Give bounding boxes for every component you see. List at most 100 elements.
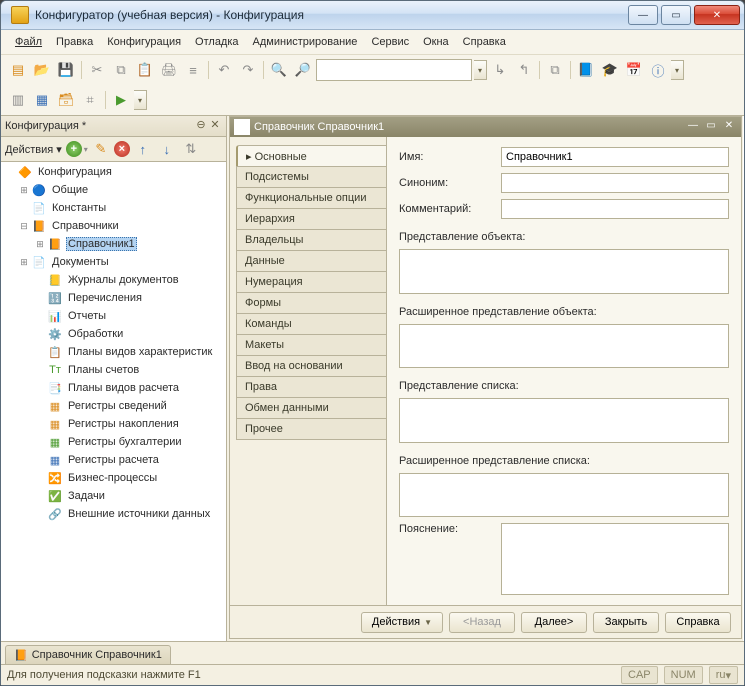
menu-service[interactable]: Сервис (365, 34, 415, 50)
config-panel-header[interactable]: Конфигурация * ⊖ ✕ (1, 116, 226, 137)
help-button[interactable]: Справка (665, 612, 731, 633)
tab-5[interactable]: Данные (236, 250, 386, 272)
tab-6[interactable]: Нумерация (236, 271, 386, 293)
tab-0[interactable]: ▸ Основные (236, 145, 386, 167)
delete-icon[interactable]: × (114, 141, 130, 157)
tab-3[interactable]: Иерархия (236, 208, 386, 230)
tree-node[interactable]: ▦Регистры бухгалтерии (1, 433, 226, 451)
info-icon[interactable]: ⓘ (647, 59, 669, 81)
tree-node[interactable]: ⊞🔵Общие (1, 181, 226, 199)
menu-windows[interactable]: Окна (417, 34, 455, 50)
compare-icon[interactable]: ≡ (182, 59, 204, 81)
tree-node[interactable]: 🔢Перечисления (1, 289, 226, 307)
edit-icon[interactable]: ✎ (90, 138, 112, 160)
maximize-button[interactable]: ▭ (661, 5, 691, 25)
menu-help[interactable]: Справка (457, 34, 512, 50)
tab-4[interactable]: Владельцы (236, 229, 386, 251)
obj-repr-input[interactable] (399, 249, 729, 294)
tab-12[interactable]: Обмен данными (236, 397, 386, 419)
tree-node[interactable]: 📊Отчеты (1, 307, 226, 325)
tree-node[interactable]: ⚙️Обработки (1, 325, 226, 343)
tab-10[interactable]: Ввод на основании (236, 355, 386, 377)
open-icon[interactable]: 📂 (31, 59, 53, 81)
tree-twisty-icon[interactable]: ⊟ (17, 221, 31, 232)
comment-input[interactable] (501, 199, 729, 219)
tab-9[interactable]: Макеты (236, 334, 386, 356)
redo-icon[interactable]: ↷ (237, 59, 259, 81)
explain-input[interactable] (501, 523, 729, 595)
tab-8[interactable]: Команды (236, 313, 386, 335)
back-button[interactable]: <Назад (449, 612, 515, 633)
menu-admin[interactable]: Администрирование (247, 34, 364, 50)
synonym-input[interactable] (501, 173, 729, 193)
name-input[interactable] (501, 147, 729, 167)
tree-node[interactable]: ⊞📄Документы (1, 253, 226, 271)
tb2-4-icon[interactable]: ⌗ (79, 89, 101, 111)
tree-node[interactable]: 🔀Бизнес-процессы (1, 469, 226, 487)
find-next-icon[interactable]: ↳ (489, 59, 511, 81)
pin-icon[interactable]: ⊖ (194, 119, 208, 133)
tree-node[interactable]: 🔗Внешние источники данных (1, 505, 226, 523)
menu-file[interactable]: Файл (9, 34, 48, 50)
book-icon[interactable]: 📘 (575, 59, 597, 81)
windows-icon[interactable]: ⧉ (544, 59, 566, 81)
tree-node[interactable]: ▦Регистры накопления (1, 415, 226, 433)
menu-edit[interactable]: Правка (50, 34, 99, 50)
tb2-2-icon[interactable]: ▦ (31, 89, 53, 111)
panel-close-icon[interactable]: ✕ (208, 119, 222, 133)
tree-node[interactable]: 🔶Конфигурация (1, 163, 226, 181)
doc-tab[interactable]: 📙 Справочник Справочник1 (5, 645, 171, 664)
tb2-1-icon[interactable]: ▥ (7, 89, 29, 111)
tab-7[interactable]: Формы (236, 292, 386, 314)
editor-titlebar[interactable]: Справочник Справочник1 ― ▭ ✕ (230, 117, 741, 137)
titlebar[interactable]: Конфигуратор (учебная версия) - Конфигур… (1, 1, 744, 30)
new-icon[interactable]: ▤ (7, 59, 29, 81)
tree-node[interactable]: ✅Задачи (1, 487, 226, 505)
menu-debug[interactable]: Отладка (189, 34, 244, 50)
tab-11[interactable]: Права (236, 376, 386, 398)
add-dropdown-icon[interactable]: ▾ (84, 145, 88, 154)
cut-icon[interactable]: ✂ (86, 59, 108, 81)
tree-node[interactable]: 📋Планы видов характеристик (1, 343, 226, 361)
actions-menu[interactable]: Действия ▾ (5, 143, 64, 156)
tab-13[interactable]: Прочее (236, 418, 386, 440)
add-icon[interactable]: + (66, 141, 82, 157)
menu-config[interactable]: Конфигурация (101, 34, 187, 50)
run-dropdown-icon[interactable]: ▾ (134, 90, 147, 110)
print-icon[interactable]: 🖨 (158, 59, 180, 81)
info-dropdown-icon[interactable]: ▾ (671, 60, 684, 80)
down-icon[interactable]: ↓ (156, 138, 178, 160)
syntax-icon[interactable]: 🎓 (599, 59, 621, 81)
save-icon[interactable]: 💾 (55, 59, 77, 81)
tree-node[interactable]: ⊟📙Справочники (1, 217, 226, 235)
search-panel-icon[interactable]: 🔍 (268, 59, 290, 81)
tree-twisty-icon[interactable]: ⊞ (17, 185, 31, 196)
close-editor-button[interactable]: Закрыть (593, 612, 659, 633)
actions-button[interactable]: Действия▼ (361, 612, 443, 633)
search-dropdown-icon[interactable]: ▾ (474, 60, 487, 80)
next-button[interactable]: Далее> (521, 612, 587, 633)
tab-2[interactable]: Функциональные опции (236, 187, 386, 209)
tree-node[interactable]: ▦Регистры сведений (1, 397, 226, 415)
calendar-icon[interactable]: 📅 (623, 59, 645, 81)
config-tree[interactable]: 🔶Конфигурация⊞🔵Общие📄Константы⊟📙Справочн… (1, 162, 226, 641)
tab-1[interactable]: Подсистемы (236, 166, 386, 188)
up-icon[interactable]: ↑ (132, 138, 154, 160)
tree-node[interactable]: ⊞📙Справочник1 (1, 235, 226, 253)
tree-twisty-icon[interactable]: ⊞ (33, 239, 47, 250)
tree-node[interactable]: 📄Константы (1, 199, 226, 217)
tree-node[interactable]: ТтПланы счетов (1, 361, 226, 379)
ext-list-repr-input[interactable] (399, 473, 729, 518)
paste-icon[interactable]: 📋 (134, 59, 156, 81)
tree-node[interactable]: 📒Журналы документов (1, 271, 226, 289)
find-icon[interactable]: 🔎 (292, 59, 314, 81)
undo-icon[interactable]: ↶ (213, 59, 235, 81)
editor-close-icon[interactable]: ✕ (721, 120, 737, 134)
run-icon[interactable]: ▶ (110, 89, 132, 111)
minimize-button[interactable]: ― (628, 5, 658, 25)
tree-node[interactable]: ▦Регистры расчета (1, 451, 226, 469)
editor-minimize-icon[interactable]: ― (685, 120, 701, 134)
close-button[interactable]: ✕ (694, 5, 740, 25)
tb2-3-icon[interactable]: 🗃 (55, 89, 77, 111)
status-lang[interactable]: ru ▾ (709, 666, 738, 684)
